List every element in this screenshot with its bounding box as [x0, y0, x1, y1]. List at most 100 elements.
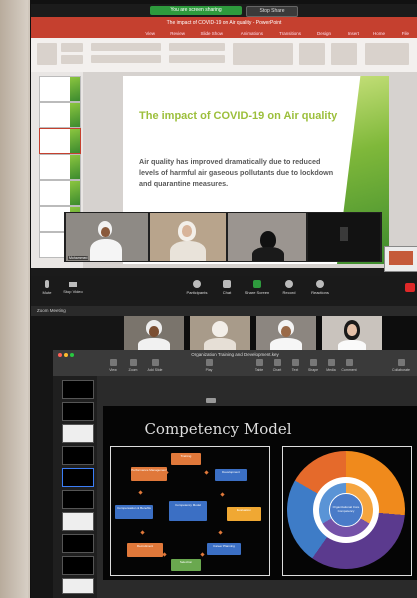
cycle-diagram-panel: Training Development Evaluation Career P…	[110, 446, 270, 576]
collaborate-button[interactable]: Collaborate	[392, 359, 410, 372]
slide-thumbnail[interactable]	[39, 154, 81, 180]
play-icon	[205, 359, 213, 366]
paragraph-list-buttons[interactable]	[169, 55, 225, 63]
media-icon	[327, 359, 335, 366]
self-view-thumbnail[interactable]	[384, 246, 417, 272]
media-button[interactable]: Media	[322, 359, 340, 372]
add-slide-icon	[151, 359, 159, 366]
keynote-thumbnail[interactable]	[62, 534, 94, 553]
editing-group[interactable]	[365, 43, 409, 65]
smiley-icon	[316, 280, 324, 288]
cycle-arrow	[204, 470, 209, 475]
ribbon-tab-insert[interactable]: Insert	[348, 29, 359, 38]
share-screen-button[interactable]: Share Screen	[239, 276, 275, 300]
view-button[interactable]: View	[104, 359, 122, 372]
competency-wheel-panel: Organizational Core Competency	[282, 446, 412, 576]
reactions-button[interactable]: Reactions	[303, 276, 337, 300]
participant-tile[interactable]	[322, 316, 382, 350]
slide-thumbnail-selected[interactable]	[39, 128, 81, 154]
participant-tile[interactable]	[256, 316, 316, 350]
ribbon-tab-slide-show[interactable]: Slide Show	[200, 29, 223, 38]
participant-body	[204, 338, 236, 350]
keynote-slide-navigator[interactable]	[53, 376, 98, 598]
keynote-thumbnail[interactable]	[62, 446, 94, 465]
screen-sharing-banner: You are screen sharing	[150, 6, 242, 15]
font-name-select[interactable]	[91, 43, 161, 51]
cycle-node-development: Development	[215, 469, 247, 481]
record-icon	[285, 280, 293, 288]
ribbon-tab-view[interactable]: View	[145, 29, 155, 38]
cycle-arrow	[164, 470, 169, 475]
add-slide-button[interactable]: Add Slide	[146, 359, 164, 372]
ribbon-tab-transitions[interactable]: Transitions	[279, 29, 301, 38]
slide-thumbnail[interactable]	[39, 102, 81, 128]
wheel-center-label: Organizational Core Competency	[329, 493, 363, 527]
paragraph-align-buttons[interactable]	[169, 43, 225, 51]
mute-button[interactable]: Mute	[35, 276, 59, 300]
play-button[interactable]: Play	[200, 359, 218, 372]
new-slide-button[interactable]	[61, 43, 83, 52]
keynote-thumbnail[interactable]	[62, 556, 94, 575]
slide-thumbnail[interactable]	[39, 76, 81, 102]
ribbon-tab-review[interactable]: Review	[170, 29, 185, 38]
cycle-arrow	[140, 530, 145, 535]
participant-tile[interactable]	[150, 213, 226, 261]
ribbon-tab-home[interactable]: Home	[373, 29, 385, 38]
stop-share-button[interactable]: Stop Share	[246, 6, 298, 17]
keynote-thumbnail-selected[interactable]	[62, 468, 94, 487]
cycle-arrow	[162, 552, 167, 557]
ribbon-tab-animations[interactable]: Animations	[241, 29, 263, 38]
participants-button[interactable]: Participants	[179, 276, 215, 300]
comment-button[interactable]: Comment	[340, 359, 358, 372]
chart-button[interactable]: Chart	[268, 359, 286, 372]
text-button[interactable]: Text	[286, 359, 304, 372]
people-icon	[193, 280, 201, 288]
ribbon-toolbar	[31, 38, 417, 73]
cycle-node-evaluation: Evaluation	[227, 507, 261, 521]
arrange-button[interactable]	[299, 43, 325, 65]
quick-styles-button[interactable]	[331, 43, 357, 65]
participant-tile[interactable]	[308, 213, 380, 261]
chat-button[interactable]: Chat	[215, 276, 239, 300]
zoom-window-title: Zoom Meeting	[31, 306, 417, 316]
keynote-thumbnail[interactable]	[62, 424, 94, 443]
ribbon-tab-design[interactable]: Design	[317, 29, 331, 38]
camera-icon	[69, 282, 77, 287]
slide-handle[interactable]	[206, 398, 216, 403]
keynote-thumbnail[interactable]	[62, 490, 94, 509]
keynote-document-title: Organization Training and Development.ke…	[191, 352, 279, 357]
self-view-slide	[389, 251, 413, 265]
keynote-thumbnail[interactable]	[62, 402, 94, 421]
ribbon-tab-file[interactable]: File	[402, 29, 409, 38]
record-button[interactable]: Record	[275, 276, 303, 300]
shapes-gallery[interactable]	[233, 43, 293, 65]
cycle-node-selection: Selection	[171, 559, 201, 571]
shape-icon	[309, 359, 317, 366]
participant-name: Mohammed	[68, 256, 89, 260]
participant-body	[338, 340, 366, 350]
keynote-thumbnail[interactable]	[62, 512, 94, 531]
table-button[interactable]: Table	[250, 359, 268, 372]
chat-icon	[223, 280, 231, 288]
cycle-arrow	[138, 490, 143, 495]
view-icon	[109, 359, 117, 366]
cycle-arrow	[200, 552, 205, 557]
font-style-buttons[interactable]	[91, 55, 161, 63]
participant-tile[interactable]	[228, 213, 306, 261]
participant-tile[interactable]	[124, 316, 184, 350]
layout-button[interactable]	[61, 55, 83, 64]
slide-thumbnail[interactable]	[39, 180, 81, 206]
participant-body	[170, 241, 206, 261]
shape-button[interactable]: Shape	[304, 359, 322, 372]
zoom-select[interactable]: Zoom	[124, 359, 142, 372]
end-meeting-button[interactable]	[405, 283, 415, 292]
participant-headscarf	[212, 321, 228, 337]
share-arrow-icon	[253, 280, 261, 288]
keynote-thumbnail[interactable]	[62, 380, 94, 399]
stop-video-button[interactable]: Stop Video	[59, 276, 87, 300]
ribbon-tabs: File Home Insert Design Transitions Anim…	[31, 29, 417, 38]
participant-tile[interactable]	[190, 316, 250, 350]
paste-button[interactable]	[37, 43, 57, 65]
participant-tile[interactable]: Mohammed	[66, 213, 148, 261]
keynote-thumbnail[interactable]	[62, 578, 94, 594]
